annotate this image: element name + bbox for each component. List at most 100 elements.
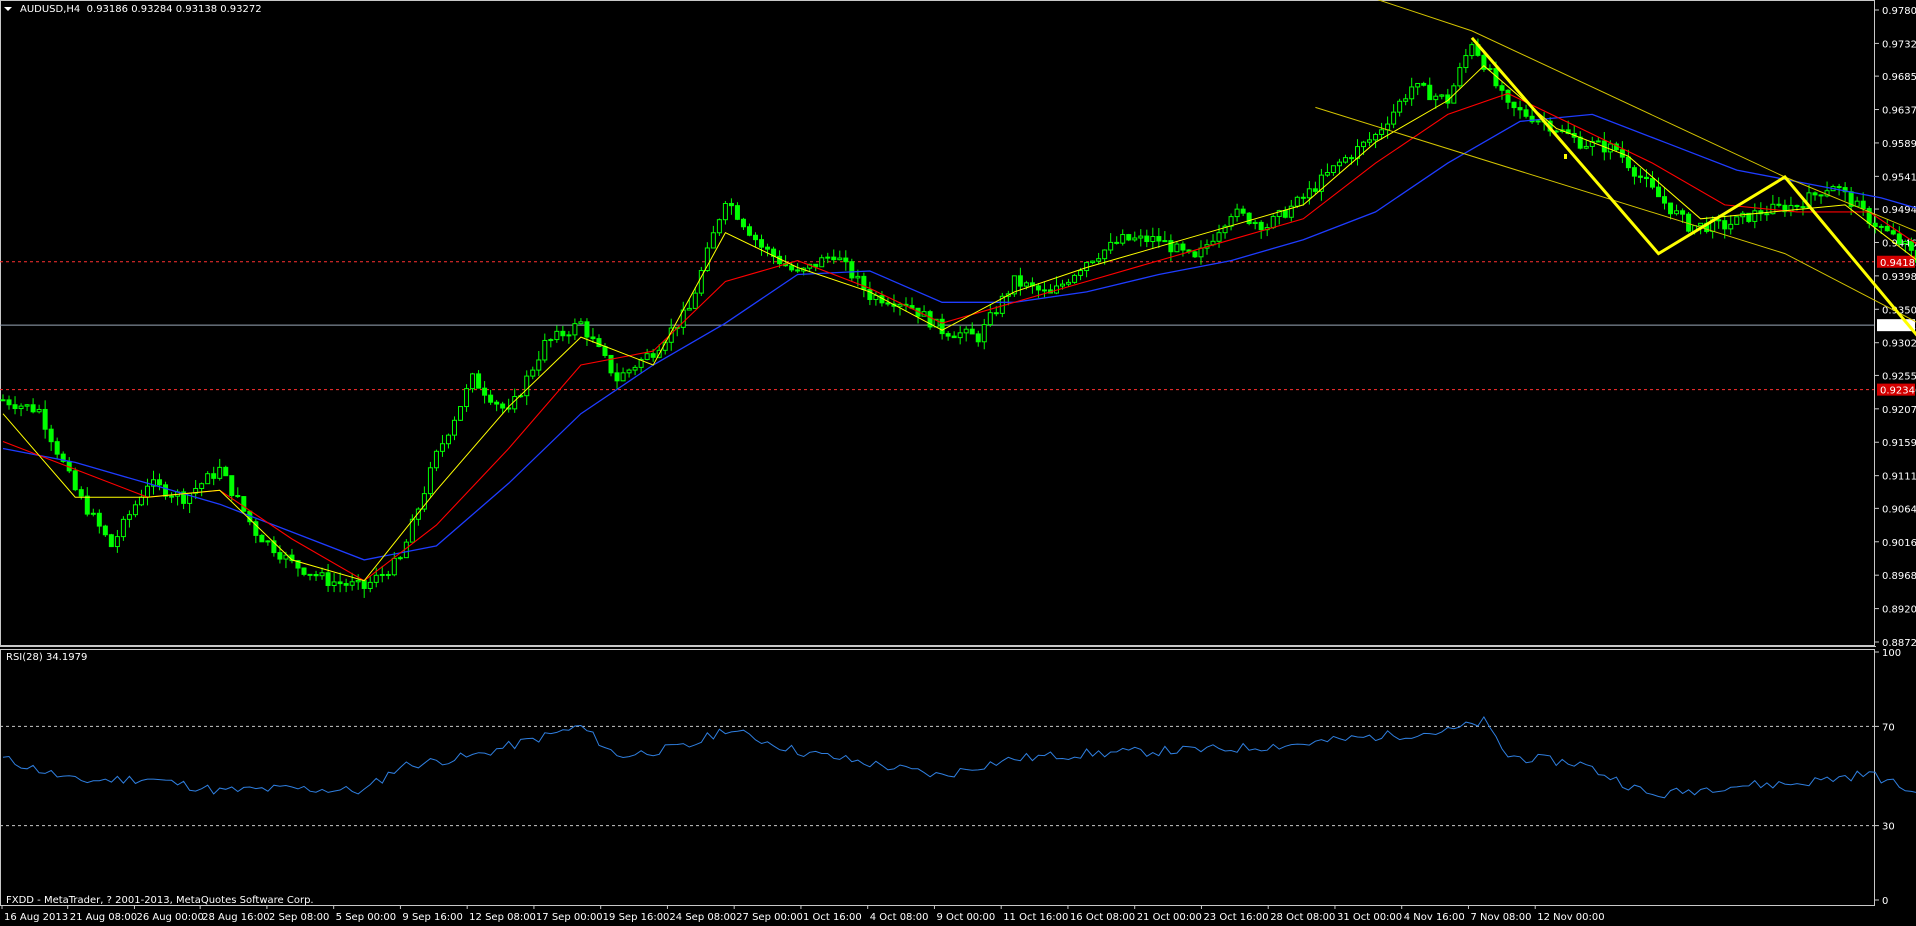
candle-body xyxy=(1505,89,1511,103)
candle-body xyxy=(1625,156,1631,169)
price-axis-label: 0.97320 xyxy=(1882,39,1916,50)
candle-body xyxy=(120,518,126,538)
candle-body xyxy=(692,292,698,309)
candle-body xyxy=(1577,136,1583,149)
candle-body xyxy=(1132,237,1138,241)
candle-body xyxy=(1348,157,1354,160)
candle-body xyxy=(1656,186,1661,198)
candle-body xyxy=(144,485,150,498)
candle-body xyxy=(939,318,945,335)
candle-body xyxy=(981,324,987,343)
candle-body xyxy=(1041,289,1047,292)
candle-body xyxy=(1180,243,1186,251)
candle-body xyxy=(548,339,554,342)
candle-body xyxy=(1535,120,1541,123)
candle-body xyxy=(1114,241,1120,244)
candle-body xyxy=(78,489,84,497)
candle-body xyxy=(1391,111,1397,125)
candle-body xyxy=(319,572,325,577)
candle-body xyxy=(795,269,801,272)
candle-body xyxy=(464,388,470,408)
candle-body xyxy=(963,328,969,334)
candle-body xyxy=(1908,241,1914,251)
candle-body xyxy=(578,321,584,325)
candle-body xyxy=(1138,235,1144,239)
candle-body xyxy=(1240,208,1246,214)
candle-body xyxy=(632,366,638,371)
candle-body xyxy=(439,443,445,452)
time-axis-label: 28 Oct 08:00 xyxy=(1270,912,1335,923)
time-axis-label: 26 Aug 00:00 xyxy=(136,912,203,923)
time-axis-label: 31 Oct 00:00 xyxy=(1337,912,1402,923)
candle-body xyxy=(1517,107,1523,111)
candle-body xyxy=(1216,232,1222,242)
candle-body xyxy=(331,581,337,587)
price-axis-label: 0.89680 xyxy=(1882,571,1916,582)
candle-body xyxy=(650,353,656,358)
rsi-axis-label: 100 xyxy=(1882,648,1901,659)
candle-body xyxy=(277,552,283,560)
price-axis-label: 0.91110 xyxy=(1882,472,1916,483)
candle-body xyxy=(1023,282,1029,287)
candle-body xyxy=(205,473,211,485)
candle-body xyxy=(1096,258,1102,262)
candle-body xyxy=(1174,243,1180,253)
candle-body xyxy=(84,495,90,515)
candle-body xyxy=(837,257,843,261)
candle-body xyxy=(1361,141,1367,148)
candle-body xyxy=(1415,82,1421,88)
candle-body xyxy=(1421,82,1427,86)
candle-body xyxy=(301,567,307,575)
candle-body xyxy=(765,246,771,250)
candle-body xyxy=(1126,234,1132,241)
price-axis-label: 0.93980 xyxy=(1882,272,1916,283)
trading-chart-window[interactable]: 0.97800 0.97320 0.96850 0.96370 0.95890 0.954… xyxy=(0,0,1916,926)
candle-body xyxy=(1066,281,1072,285)
candle-body xyxy=(307,573,313,576)
time-axis-label: 23 Oct 16:00 xyxy=(1203,912,1268,923)
candle-body xyxy=(855,275,861,279)
candle-body xyxy=(1162,240,1168,243)
candle-body xyxy=(163,484,169,497)
candle-body xyxy=(554,330,560,341)
candle-body xyxy=(6,399,12,406)
symbol-label: AUDUSD,H4 xyxy=(20,4,81,15)
candle-body xyxy=(759,239,765,248)
candle-body xyxy=(897,303,903,307)
symbol-header: AUDUSD,H4 0.93186 0.93284 0.93138 0.9327… xyxy=(20,4,262,15)
time-axis-label: 12 Sep 08:00 xyxy=(469,912,536,923)
time-axis-label: 9 Sep 16:00 xyxy=(402,912,462,923)
price-axis-label: 0.89200 xyxy=(1882,605,1916,616)
candle-body xyxy=(36,408,42,413)
time-axis-label: 21 Aug 08:00 xyxy=(70,912,137,923)
candle-body xyxy=(458,406,464,421)
candle-body xyxy=(813,263,819,268)
candle-body xyxy=(1234,208,1240,218)
candle-body xyxy=(746,226,752,236)
candle-body xyxy=(1668,202,1674,215)
candle-body xyxy=(96,512,102,527)
candle-body xyxy=(500,403,506,409)
candle-body xyxy=(169,495,175,498)
candle-body xyxy=(114,536,120,548)
candle-body xyxy=(325,572,331,587)
time-axis-label: 11 Oct 16:00 xyxy=(1003,912,1068,923)
candle-body xyxy=(686,307,692,311)
candle-body xyxy=(1258,221,1264,231)
candle-body xyxy=(1595,140,1601,143)
chart-canvas[interactable]: 0.97800 0.97320 0.96850 0.96370 0.95890 0.954… xyxy=(0,0,1916,926)
rsi-pane-frame xyxy=(0,649,1875,906)
rsi-line xyxy=(2,715,1916,799)
rsi-axis-label: 30 xyxy=(1882,822,1895,833)
candle-body xyxy=(126,514,132,520)
candle-body xyxy=(1150,236,1156,243)
price-axis-label: 0.92550 xyxy=(1882,371,1916,382)
candle-body xyxy=(373,574,379,583)
time-axis-label: 2 Sep 08:00 xyxy=(269,912,329,923)
candle-body xyxy=(1722,220,1728,230)
candle-body xyxy=(957,332,963,339)
rsi-axis-label: 70 xyxy=(1882,722,1895,733)
candle-body xyxy=(572,323,578,336)
time-axis-label: 9 Oct 00:00 xyxy=(936,912,995,923)
candle-body xyxy=(1324,172,1330,176)
